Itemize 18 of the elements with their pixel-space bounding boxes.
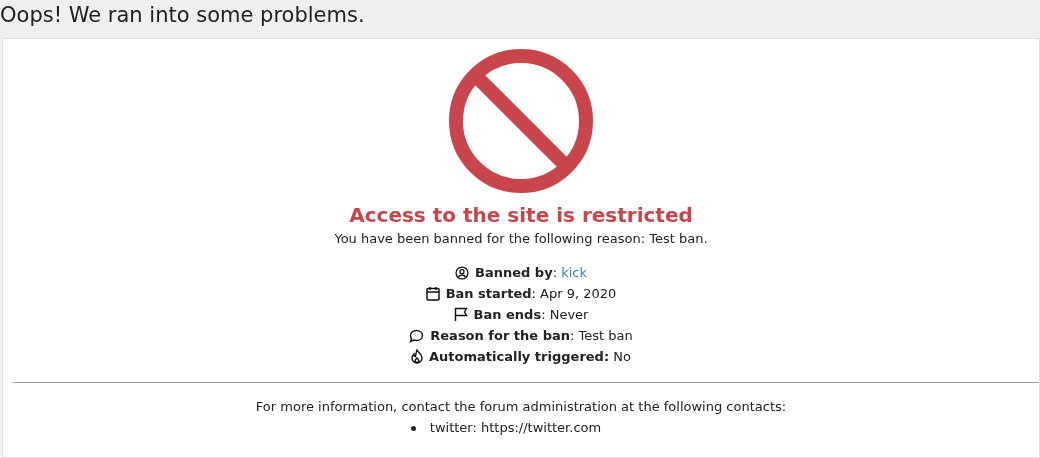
contact-info: For more information, contact the forum administration at the following contacts: xyxy=(255,398,787,416)
ban-message: You have been banned for the following reason: Test ban. xyxy=(334,230,708,248)
prohibited-icon xyxy=(448,48,594,194)
contact-item: twitter: https://twitter.com xyxy=(429,419,602,437)
ban-detail: Reason for the ban: Test ban xyxy=(430,326,633,345)
speech-bubble-icon xyxy=(409,328,425,343)
ban-detail: Banned by: kick xyxy=(475,263,587,282)
flag-icon xyxy=(453,307,468,322)
flame-icon xyxy=(411,349,424,364)
page-title: Oops! We ran into some problems. xyxy=(0,2,365,29)
user-icon xyxy=(455,265,469,280)
ban-detail: Ban started: Apr 9, 2020 xyxy=(445,284,617,303)
user-link[interactable]: kick xyxy=(561,264,587,280)
calendar-icon xyxy=(425,286,440,301)
ban-detail: Automatically triggered: No xyxy=(429,347,631,366)
ban-detail: Ban ends: Never xyxy=(473,305,589,324)
restricted-heading: Access to the site is restricted xyxy=(349,202,693,228)
bullet-icon xyxy=(410,425,416,431)
